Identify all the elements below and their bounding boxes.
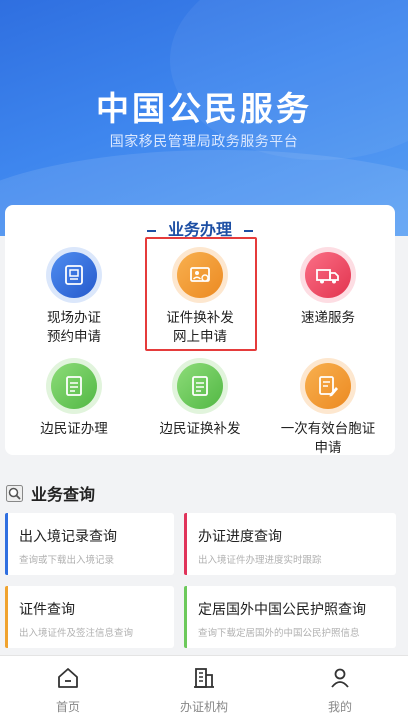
query-description: 出入境证件办理进度实时跟踪 xyxy=(198,555,322,566)
query-title: 办证进度查询 xyxy=(198,529,282,545)
query-entry-exit-records[interactable]: 出入境记录查询 查询或下载出入境记录 xyxy=(5,513,174,575)
app-subtitle: 国家移民管理局政务服务平台 xyxy=(109,134,299,150)
edit-document-icon xyxy=(305,363,351,409)
user-icon xyxy=(328,668,352,694)
title-dash xyxy=(244,229,253,232)
tab-home[interactable]: 首页 xyxy=(0,656,136,724)
section-title-query: 业务查询 xyxy=(6,482,95,504)
title-dash xyxy=(146,229,156,232)
query-description: 查询下载定居国外的中国公民护照信息 xyxy=(198,628,360,639)
document-icon xyxy=(51,363,97,409)
document-icon xyxy=(177,363,223,409)
service-border-pass-reissue[interactable]: 边民证换补发 xyxy=(135,358,265,439)
app-title: 中国公民服务 xyxy=(96,89,312,128)
service-border-pass-apply[interactable]: 边民证办理 xyxy=(9,358,139,439)
service-express-delivery[interactable]: 速递服务 xyxy=(263,247,393,328)
query-progress[interactable]: 办证进度查询 出入境证件办理进度实时跟踪 xyxy=(184,513,396,575)
delivery-truck-icon xyxy=(305,252,351,298)
query-title: 证件查询 xyxy=(19,602,75,618)
tab-offices[interactable]: 办证机构 xyxy=(136,656,272,724)
id-card-icon xyxy=(51,252,97,298)
bottom-tab-bar: 首页 办证机构 我的 xyxy=(0,655,408,724)
query-description: 查询或下载出入境记录 xyxy=(19,555,115,566)
building-icon xyxy=(192,668,216,694)
query-title: 出入境记录查询 xyxy=(19,529,117,545)
home-icon xyxy=(56,668,80,694)
service-taiwan-permit-single[interactable]: 一次有效台胞证 申请 xyxy=(263,358,393,458)
service-onsite-appointment[interactable]: 现场办证 预约申请 xyxy=(9,247,139,347)
query-certificate[interactable]: 证件查询 出入境证件及签注信息查询 xyxy=(5,586,174,648)
query-description: 出入境证件及签注信息查询 xyxy=(19,628,134,639)
tab-mine[interactable]: 我的 xyxy=(272,656,408,724)
magnifier-icon xyxy=(6,484,23,502)
hero-banner: 中国公民服务 国家移民管理局政务服务平台 xyxy=(0,0,408,236)
selection-highlight xyxy=(145,237,257,351)
query-overseas-passport[interactable]: 定居国外中国公民护照查询 查询下载定居国外的中国公民护照信息 xyxy=(184,586,396,648)
query-title: 定居国外中国公民护照查询 xyxy=(198,602,366,618)
